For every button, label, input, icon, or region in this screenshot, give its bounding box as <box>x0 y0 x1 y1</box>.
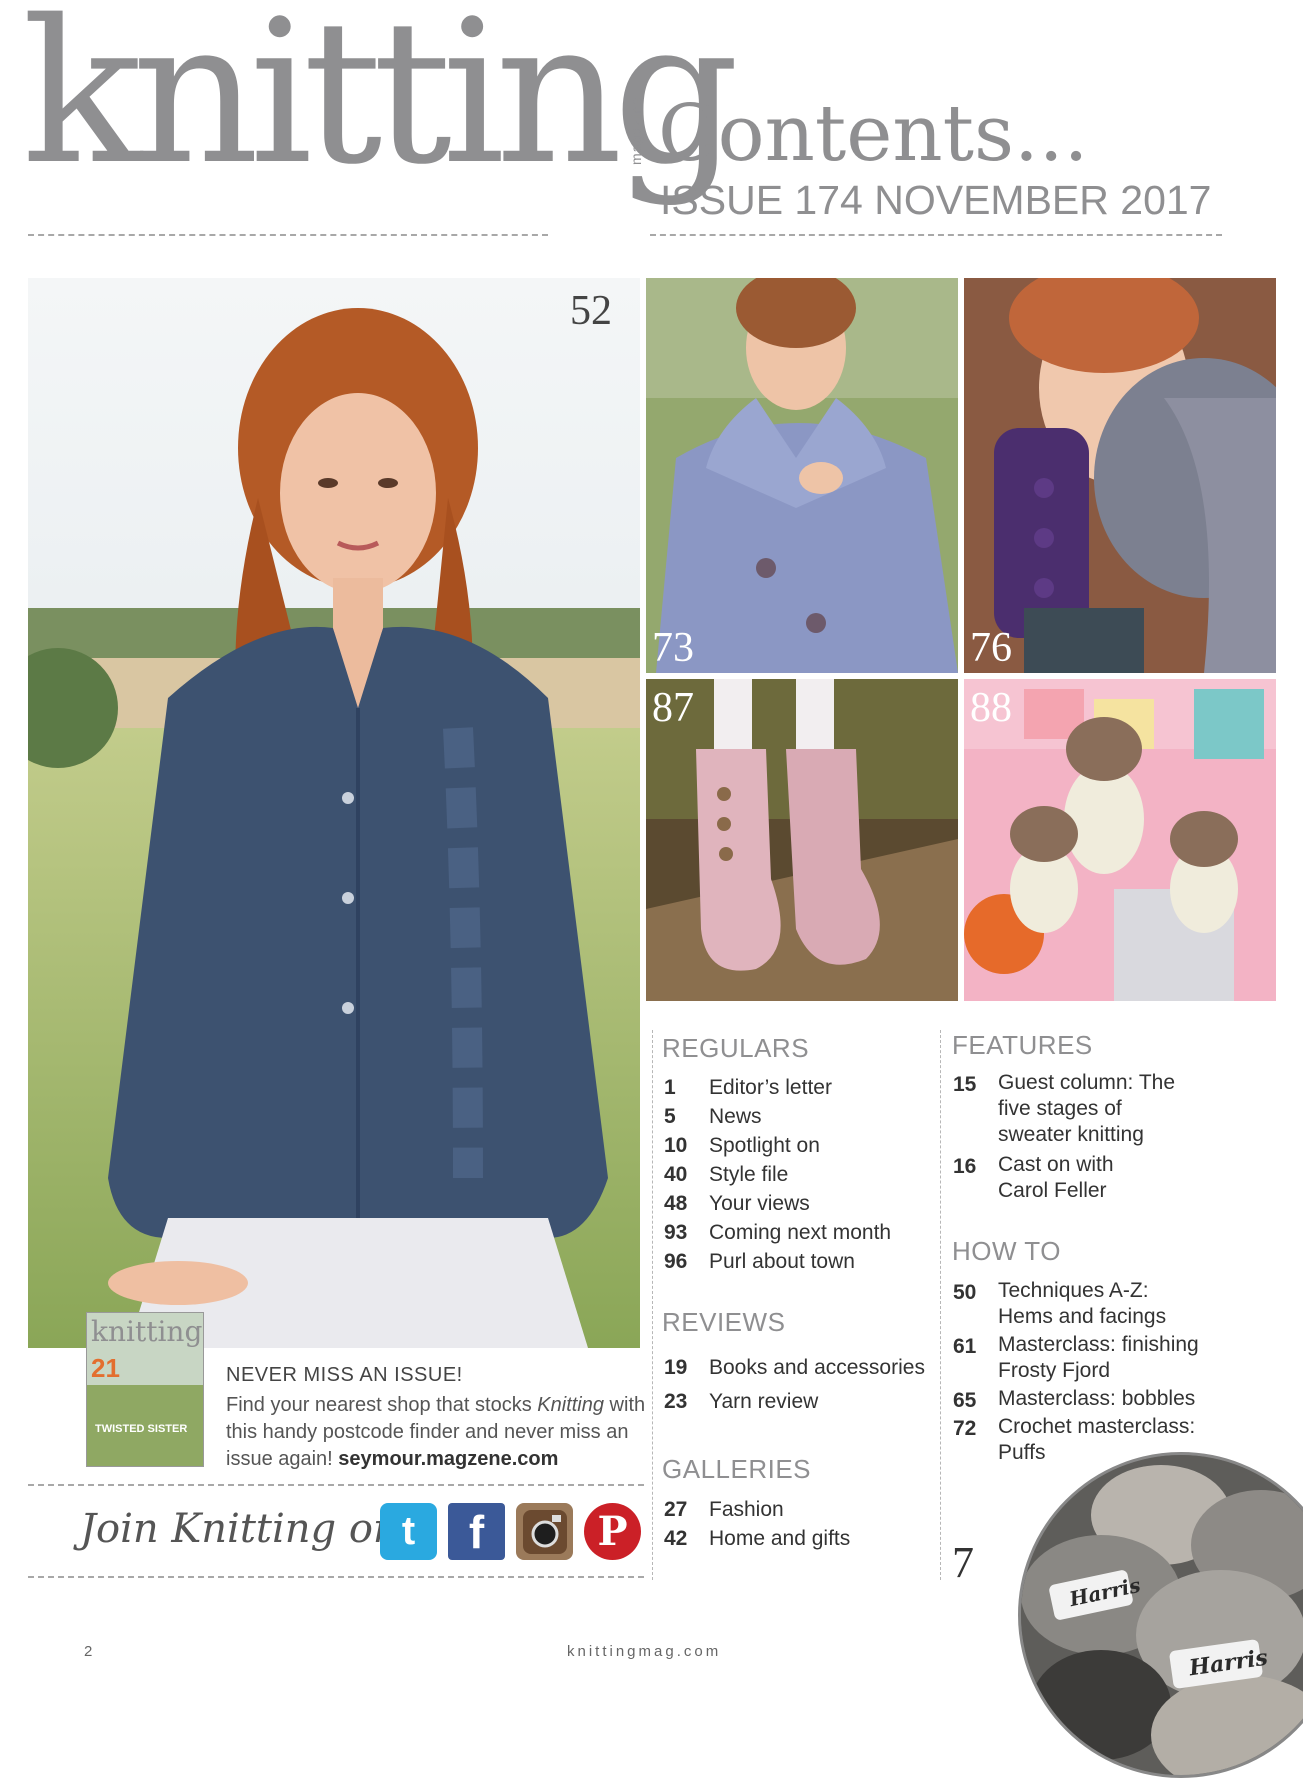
issue-line: ISSUE 174 NOVEMBER 2017 <box>660 177 1212 223</box>
reviews-heading: REVIEWS <box>662 1307 786 1337</box>
page-number-52: 52 <box>570 288 612 334</box>
facebook-glyph: f <box>468 1505 485 1558</box>
pinterest-icon[interactable]: P <box>584 1503 641 1560</box>
galleries-heading: GALLERIES <box>662 1454 812 1484</box>
subscribe-heading: NEVER MISS AN ISSUE! <box>226 1364 463 1386</box>
cover-thumb-title: knitting <box>91 1315 203 1348</box>
page-number-7: 7 <box>952 1538 974 1587</box>
folio: 2 <box>84 1643 93 1660</box>
header-divider-right <box>650 234 1222 236</box>
yarn-photo[interactable]: Harris Harris <box>1018 1452 1303 1778</box>
photo-87[interactable]: 87 <box>646 679 958 1001</box>
page-number-88: 88 <box>970 685 1012 731</box>
regulars-heading: REGULARS <box>662 1033 810 1063</box>
page-title: Contents... <box>658 89 1089 179</box>
column-divider-1 <box>652 1030 653 1580</box>
cover-thumb-number: 21 <box>91 1353 120 1383</box>
twitter-glyph: t <box>401 1509 416 1553</box>
page-number-76: 76 <box>970 625 1012 671</box>
subscribe-link[interactable]: seymour.magzene.com <box>338 1448 558 1470</box>
howto-heading: HOW TO <box>952 1236 1061 1266</box>
logo-subtitle: magazine <box>628 96 644 165</box>
subscribe-body: Find your nearest shop that stocks Knitt… <box>226 1392 656 1473</box>
header-divider-left <box>28 234 548 236</box>
mitts-photo <box>964 278 1276 673</box>
cover-thumb-text: TWISTED SISTER <box>95 1423 188 1435</box>
footer-url[interactable]: knittingmag.com <box>567 1643 721 1660</box>
subscribe-divider <box>28 1484 644 1486</box>
facebook-icon[interactable]: f <box>448 1503 505 1560</box>
features-heading: FEATURES <box>952 1030 1093 1060</box>
subscribe-text-italic: Knitting <box>537 1394 604 1416</box>
social-divider <box>28 1576 644 1578</box>
twitter-icon[interactable]: t <box>380 1503 437 1560</box>
cover-thumbnail[interactable]: knitting 21 TWISTED SISTER <box>86 1312 204 1467</box>
main-feature-photo[interactable]: 52 <box>28 278 640 1348</box>
pinterest-glyph: P <box>597 1508 628 1555</box>
subscribe-text-1: Find your nearest shop that stocks <box>226 1394 538 1416</box>
magazine-logo: knitting <box>22 0 740 208</box>
instagram-camera <box>522 1509 567 1554</box>
photo-88[interactable]: 88 <box>964 679 1276 1001</box>
yarn-balls-image <box>1021 1455 1303 1775</box>
photo-76[interactable]: 76 <box>964 278 1276 673</box>
woman-cardigan-photo <box>28 278 640 1348</box>
jacket-photo <box>646 278 958 673</box>
instagram-icon[interactable] <box>516 1503 573 1560</box>
photo-73[interactable]: 73 <box>646 278 958 673</box>
page-number-87: 87 <box>652 685 694 731</box>
page-number-73: 73 <box>652 625 694 671</box>
